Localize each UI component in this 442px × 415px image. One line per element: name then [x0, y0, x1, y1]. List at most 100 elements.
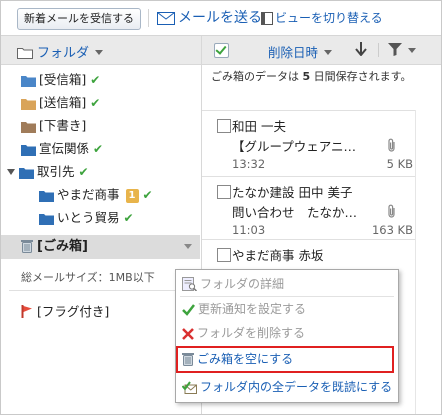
folder-item-clients[interactable]: 取引先 ✔ — [7, 161, 89, 183]
mail-sender: たなか建設 田中 美子 — [232, 185, 353, 200]
notice-text-pre: ごみ箱のデータは — [211, 70, 303, 83]
mail-time: 11:03 — [232, 223, 266, 237]
folder-icon — [39, 214, 54, 225]
menu-item-mark-all-read[interactable]: フォルダ内の全データを既読にする — [181, 377, 393, 397]
filter-button[interactable] — [388, 43, 402, 59]
mail-checkbox[interactable] — [217, 185, 231, 199]
sort-order-button[interactable] — [355, 42, 367, 59]
mail-window: 新着メールを受信する メールを送る ビューを切り替える フォルダ [受信箱] ✔ … — [0, 0, 442, 415]
menu-divider — [180, 296, 394, 297]
mail-time: 13:32 — [232, 157, 266, 171]
send-mail-label: メールを送る — [178, 10, 262, 26]
delete-x-icon — [182, 328, 194, 340]
header-divider — [378, 43, 379, 57]
arrow-down-icon — [355, 42, 367, 57]
trash-icon — [21, 240, 33, 253]
paperclip-icon — [388, 138, 395, 152]
folder-icon — [19, 168, 34, 179]
chevron-down-icon — [324, 50, 333, 55]
mail-checkbox[interactable] — [217, 119, 231, 133]
mail-sender: やまだ商事 赤坂 — [232, 248, 324, 263]
folder-item-flagged[interactable]: [フラグ付き] — [21, 301, 109, 320]
mail-list-scrollbar[interactable] — [415, 110, 416, 414]
flag-icon — [21, 305, 32, 318]
expand-triangle-icon[interactable] — [7, 169, 15, 175]
flagged-label: [フラグ付き] — [37, 304, 110, 319]
check-icon: ✔ — [90, 73, 101, 87]
send-mail-link[interactable]: メールを送る — [157, 8, 262, 28]
mail-sender: 和田 一夫 — [232, 119, 286, 134]
menu-item-empty-trash[interactable]: ごみ箱を空にする — [182, 349, 293, 369]
receive-mail-button[interactable]: 新着メールを受信する — [17, 8, 141, 30]
mail-list-header: 削除日時 — [202, 36, 441, 65]
notice-days: 5 — [302, 70, 311, 83]
folder-label: いとう貿易 — [57, 210, 120, 225]
folder-pane-header: フォルダ — [1, 36, 201, 65]
folder-options-dropdown[interactable] — [184, 244, 192, 249]
envelope-icon — [157, 11, 175, 25]
check-icon — [182, 304, 195, 316]
folder-item-inbox[interactable]: [受信箱] ✔ — [21, 69, 100, 91]
view-layout-icon — [261, 12, 273, 25]
check-icon: ✔ — [93, 142, 104, 156]
folder-item-sent[interactable]: [送信箱] ✔ — [21, 92, 100, 114]
folder-label: やまだ商事 — [57, 187, 120, 202]
folder-item-trash[interactable]: [ごみ箱] — [1, 235, 200, 259]
folder-label: [下書き] — [39, 118, 87, 133]
select-all-checkbox[interactable] — [214, 43, 229, 58]
check-icon: ✔ — [90, 96, 101, 110]
unread-badge: 1 — [125, 189, 139, 203]
chevron-down-icon[interactable] — [408, 48, 416, 53]
mail-list-item[interactable]: 和田 一夫 【グループウェアニ… 13:32 5 KB — [202, 110, 415, 177]
menu-item-label: フォルダ内の全データを既読にする — [200, 380, 393, 394]
toolbar: 新着メールを受信する メールを送る ビューを切り替える — [1, 1, 441, 36]
mail-list-item[interactable]: たなか建設 田中 美子 問い合わせ たなか… 11:03 163 KB — [202, 176, 415, 240]
chevron-down-icon — [95, 50, 104, 55]
mail-subject: 問い合わせ たなか… — [232, 205, 358, 220]
mark-read-icon — [181, 381, 197, 394]
trash-retention-notice: ごみ箱のデータは 5 日間保存されます。 — [211, 69, 426, 85]
folder-label: 宣伝関係 — [39, 141, 90, 156]
mail-checkbox[interactable] — [217, 248, 231, 262]
mail-subject: 【グループウェアニ… — [232, 139, 357, 154]
sort-label: 削除日時 — [268, 45, 319, 60]
folder-icon — [21, 99, 36, 110]
folder-item-advertising[interactable]: 宣伝関係 ✔ — [21, 138, 103, 160]
folder-label: [送信箱] — [39, 95, 87, 110]
trash-folder: [ごみ箱] — [21, 236, 88, 258]
menu-item-folder-details[interactable]: フォルダの詳細 — [182, 274, 284, 294]
switch-view-link[interactable]: ビューを切り替える — [261, 8, 383, 28]
check-icon: ✔ — [123, 211, 134, 225]
toolbar-divider — [148, 9, 149, 27]
switch-view-label: ビューを切り替える — [275, 11, 383, 25]
trash-icon — [182, 353, 194, 366]
folder-icon — [21, 122, 36, 133]
mail-size: 163 KB — [371, 223, 413, 237]
check-icon: ✔ — [142, 188, 153, 202]
folder-item-yamada[interactable]: やまだ商事 1 ✔ — [39, 184, 153, 206]
folder-menu-button[interactable]: フォルダ — [17, 42, 104, 61]
menu-item-update-notification[interactable]: 更新通知を設定する — [182, 299, 306, 319]
sort-dropdown[interactable]: 削除日時 — [268, 42, 333, 61]
mail-size: 5 KB — [386, 157, 413, 171]
divider — [9, 290, 194, 291]
folder-icon — [39, 191, 54, 202]
notice-text-post: 日間保存されます。 — [310, 70, 412, 83]
trash-label: [ごみ箱] — [37, 239, 88, 254]
paperclip-icon — [388, 204, 395, 218]
menu-item-delete-folder[interactable]: フォルダを削除する — [182, 323, 305, 343]
total-mail-size: 総メールサイズ：1MB以下 — [21, 271, 155, 284]
folder-context-menu: フォルダの詳細 更新通知を設定する フォルダを削除する ごみ箱を空にする フォル… — [175, 269, 399, 403]
check-icon: ✔ — [78, 165, 89, 179]
folder-item-ito[interactable]: いとう貿易 ✔ — [39, 207, 134, 229]
filter-icon — [388, 43, 402, 56]
menu-item-label: フォルダの詳細 — [200, 277, 285, 291]
folder-icon — [17, 48, 33, 59]
menu-item-label: フォルダを削除する — [197, 326, 306, 340]
folder-item-drafts[interactable]: [下書き] — [21, 115, 86, 137]
menu-item-label: ごみ箱を空にする — [197, 352, 294, 366]
folder-icon — [21, 145, 36, 156]
menu-item-label: 更新通知を設定する — [198, 302, 307, 316]
folder-header-label: フォルダ — [37, 46, 90, 61]
folder-open-icon — [21, 76, 36, 87]
